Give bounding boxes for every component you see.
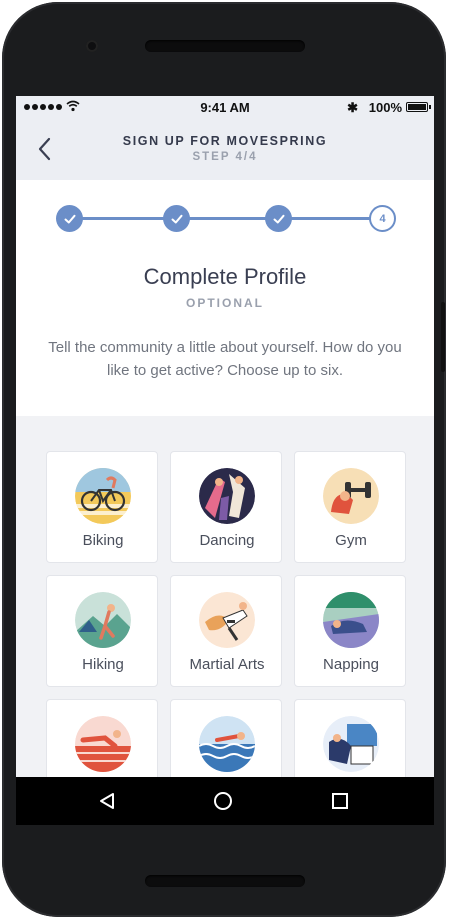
activity-card-napping[interactable]: Napping — [294, 575, 406, 687]
check-icon — [64, 214, 75, 223]
profile-intro: 4 Complete Profile OPTIONAL Tell the com… — [16, 180, 434, 416]
earpiece-speaker — [145, 40, 305, 52]
activity-card-gym[interactable]: Gym — [294, 451, 406, 563]
step-2-complete — [163, 205, 190, 232]
activity-label: Martial Arts — [189, 656, 265, 673]
app-screen: 9:41 AM ✱ 100% SIGN UP FOR MOVESPRING ST… — [16, 96, 434, 824]
battery-icon — [406, 102, 431, 112]
profile-description: Tell the community a little about yourse… — [48, 339, 402, 379]
gym-icon — [323, 468, 379, 524]
side-button — [441, 302, 445, 372]
header: SIGN UP FOR MOVESPRING STEP 4/4 — [16, 118, 434, 180]
activity-label: Dancing — [199, 532, 255, 549]
activity-card-martial-arts[interactable]: Martial Arts — [170, 575, 282, 687]
nav-recents-icon[interactable] — [332, 793, 348, 809]
tap-icon — [323, 716, 379, 772]
status-bar: 9:41 AM ✱ 100% — [16, 96, 434, 118]
stepper-track — [70, 217, 380, 220]
activity-label: Biking — [82, 532, 124, 549]
activity-card-dancing[interactable]: Dancing — [170, 451, 282, 563]
activity-label: Gym — [335, 532, 367, 549]
hiking-icon — [75, 592, 131, 648]
front-camera — [86, 40, 98, 52]
header-step: STEP 4/4 — [192, 151, 258, 163]
napping-icon — [323, 592, 379, 648]
dancing-icon — [199, 468, 255, 524]
android-nav-bar — [16, 777, 434, 825]
nav-back-icon[interactable] — [98, 792, 116, 810]
battery-percent: 100% — [368, 100, 402, 115]
step-3-complete — [265, 205, 292, 232]
nav-home-icon[interactable] — [214, 792, 232, 810]
activity-card-biking[interactable]: Biking — [46, 451, 158, 563]
step-1-complete — [56, 205, 83, 232]
optional-label: OPTIONAL — [186, 296, 264, 310]
activity-label: Napping — [323, 656, 379, 673]
bottom-speaker — [145, 875, 305, 887]
biking-icon — [75, 468, 131, 524]
check-icon — [171, 214, 182, 223]
running-icon — [75, 716, 131, 772]
page-title: Complete Profile — [143, 264, 307, 289]
header-title: SIGN UP FOR MOVESPRING — [122, 134, 328, 148]
bluetooth-icon: ✱ — [347, 100, 358, 115]
martial-arts-icon — [199, 592, 255, 648]
swimming-icon — [199, 716, 255, 772]
check-icon — [273, 214, 284, 223]
activity-card-hiking[interactable]: Hiking — [46, 575, 158, 687]
progress-stepper: 4 — [56, 204, 396, 234]
activity-grid: Biking Dancing Gym Hiking Martial Arts N… — [16, 416, 434, 824]
activity-label: Hiking — [82, 656, 124, 673]
step-4-current: 4 — [369, 205, 396, 232]
